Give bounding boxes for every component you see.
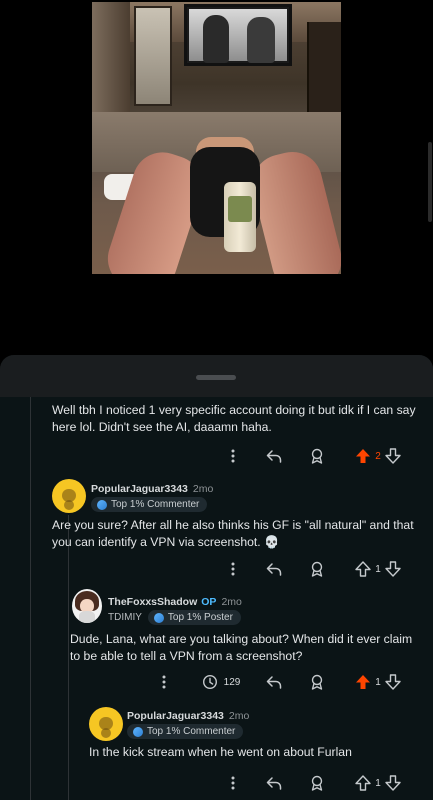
user-flair-text: TDIMIY (108, 612, 142, 623)
more-vertical-icon (162, 675, 166, 689)
username[interactable]: PopularJaguar3343 (127, 710, 224, 722)
awards-button[interactable]: 129 (196, 671, 246, 693)
reply-arrow-icon (266, 450, 282, 463)
image-curtain (92, 2, 130, 122)
comment-body: In the kick stream when he went on about… (89, 745, 352, 759)
avatar[interactable] (52, 479, 86, 513)
comment-actions: 1 (0, 772, 433, 794)
comment-author[interactable]: PopularJaguar3343 2mo (127, 710, 249, 722)
user-flair: Top 1% Commenter (91, 497, 208, 512)
comments-sheet: Well tbh I noticed 1 very specific accou… (0, 355, 433, 800)
media-viewer (0, 0, 433, 360)
badge-icon (153, 612, 164, 623)
badge-icon (97, 499, 107, 510)
gallery-scroll-handle[interactable] (428, 142, 432, 222)
avatar[interactable] (72, 589, 102, 623)
sheet-drag-handle[interactable] (196, 375, 236, 380)
badge-icon (133, 726, 143, 737)
vote-control: 1 (348, 671, 408, 693)
comment-time: 2mo (221, 596, 242, 608)
upvote-arrow-icon[interactable] (355, 561, 371, 577)
award-icon (311, 775, 323, 791)
image-tv (184, 4, 292, 66)
upvote-arrow-icon[interactable] (355, 775, 371, 791)
vote-count: 1 (375, 563, 381, 575)
user-flair: Top 1% Commenter (127, 724, 244, 739)
comment-author[interactable]: TheFoxxsShadow OP 2mo (108, 596, 242, 608)
reply-arrow-icon (266, 563, 282, 576)
image-lotion-bottle (224, 182, 256, 252)
award-button[interactable] (306, 772, 328, 794)
vote-count: 2 (375, 450, 381, 462)
comment-body: Dude, Lana, what are you talking about? … (70, 632, 413, 663)
reply-button[interactable] (263, 772, 285, 794)
achievement-badge[interactable]: Top 1% Commenter (91, 497, 208, 512)
vote-count: 1 (375, 777, 381, 789)
post-image[interactable] (92, 2, 341, 274)
comment-actions: 1 (0, 558, 433, 580)
sheet-header (0, 355, 433, 397)
downvote-arrow-icon[interactable] (385, 448, 401, 464)
award-button[interactable] (306, 445, 328, 467)
more-vertical-icon (231, 562, 235, 576)
reply-button[interactable] (263, 671, 285, 693)
more-options-button[interactable] (224, 445, 242, 467)
comment-author[interactable]: PopularJaguar3343 2mo (91, 483, 213, 495)
achievement-badge[interactable]: Top 1% Commenter (127, 724, 244, 739)
comment-body: Are you sure? After all he also thinks h… (52, 518, 414, 549)
more-vertical-icon (231, 449, 235, 463)
username[interactable]: PopularJaguar3343 (91, 483, 188, 495)
badge-label: Top 1% Poster (167, 612, 233, 623)
user-flair: TDIMIY Top 1% Poster (108, 610, 241, 625)
award-button[interactable] (306, 671, 328, 693)
downvote-arrow-icon[interactable] (385, 561, 401, 577)
comment-time: 2mo (228, 710, 250, 722)
downvote-arrow-icon[interactable] (385, 775, 401, 791)
reply-arrow-icon (266, 676, 282, 689)
comment-body: Well tbh I noticed 1 very specific accou… (52, 403, 416, 434)
op-tag: OP (201, 596, 217, 608)
award-button[interactable] (306, 558, 328, 580)
reply-button[interactable] (263, 558, 285, 580)
image-window (134, 6, 172, 106)
more-options-button[interactable] (224, 772, 242, 794)
more-vertical-icon (231, 776, 235, 790)
award-icon (311, 448, 323, 464)
upvote-arrow-icon[interactable] (355, 674, 371, 690)
upvote-arrow-icon[interactable] (355, 448, 371, 464)
vote-control: 1 (348, 772, 408, 794)
avatar[interactable] (89, 707, 123, 741)
clock-award-icon (202, 674, 217, 690)
username[interactable]: TheFoxxsShadow (108, 596, 197, 608)
award-icon (311, 674, 323, 690)
vote-control: 2 (348, 445, 408, 467)
more-options-button[interactable] (155, 671, 173, 693)
comment-time: 2mo (192, 483, 214, 495)
vote-control: 1 (348, 558, 408, 580)
comment-actions: 129 1 (0, 671, 433, 693)
downvote-arrow-icon[interactable] (385, 674, 401, 690)
more-options-button[interactable] (224, 558, 242, 580)
award-icon (311, 561, 323, 577)
reply-button[interactable] (263, 445, 285, 467)
badge-label: Top 1% Commenter (111, 499, 200, 510)
badge-label: Top 1% Commenter (147, 726, 236, 737)
reply-arrow-icon (266, 777, 282, 790)
comment-actions: 2 (0, 445, 433, 467)
vote-count: 1 (375, 676, 381, 688)
achievement-badge[interactable]: Top 1% Poster (147, 610, 241, 625)
awards-count: 129 (223, 676, 241, 688)
